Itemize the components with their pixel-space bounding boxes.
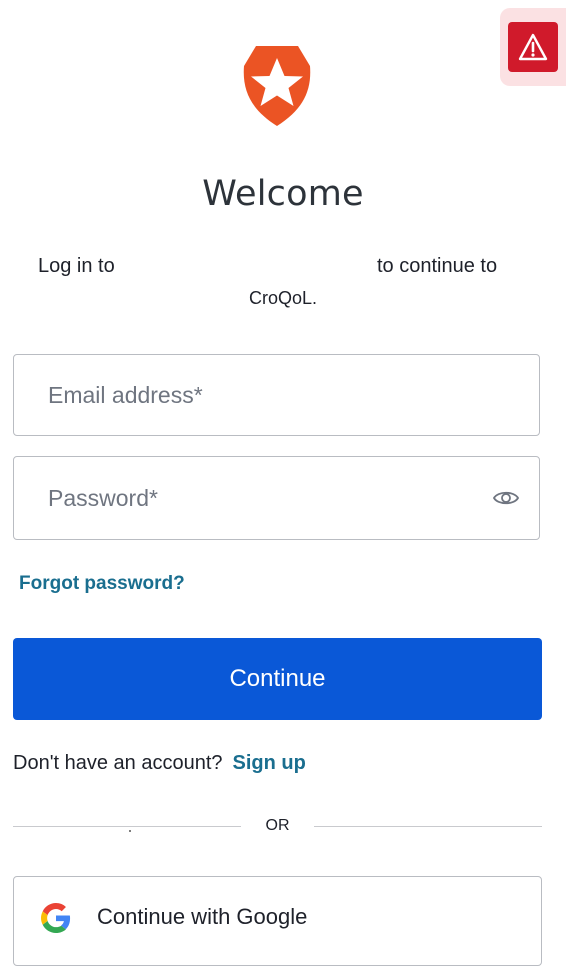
auth0-logo	[240, 44, 314, 128]
show-password-button[interactable]	[491, 486, 521, 510]
subtitle-suffix: to continue to	[377, 255, 498, 277]
google-g-icon	[41, 903, 71, 933]
google-button-label: Continue with Google	[97, 904, 308, 929]
password-input[interactable]	[48, 457, 468, 539]
or-separator: OR	[265, 817, 290, 834]
signup-link[interactable]: Sign up	[233, 752, 306, 774]
alert-button[interactable]	[508, 22, 558, 72]
app-name: CroQoL.	[248, 288, 318, 308]
signup-prompt: Don't have an account?	[13, 752, 223, 774]
email-field[interactable]	[13, 354, 540, 436]
page-title: Welcome	[202, 174, 364, 214]
eye-icon	[492, 491, 520, 505]
divider-right	[314, 826, 542, 827]
warning-triangle-icon	[518, 33, 548, 61]
subtitle-prefix: Log in to	[38, 255, 115, 277]
auth0-star-shield-icon	[243, 46, 311, 126]
signup-row: Don't have an account? Sign up	[13, 752, 306, 775]
divider-dot	[129, 830, 131, 832]
continue-with-google-button[interactable]: Continue with Google	[13, 876, 542, 966]
continue-button[interactable]: Continue	[13, 638, 542, 720]
password-field[interactable]	[13, 456, 540, 540]
divider-left	[13, 826, 241, 827]
email-input[interactable]	[48, 355, 468, 435]
forgot-password-link[interactable]: Forgot password?	[19, 573, 185, 595]
alert-badge[interactable]	[500, 8, 566, 86]
